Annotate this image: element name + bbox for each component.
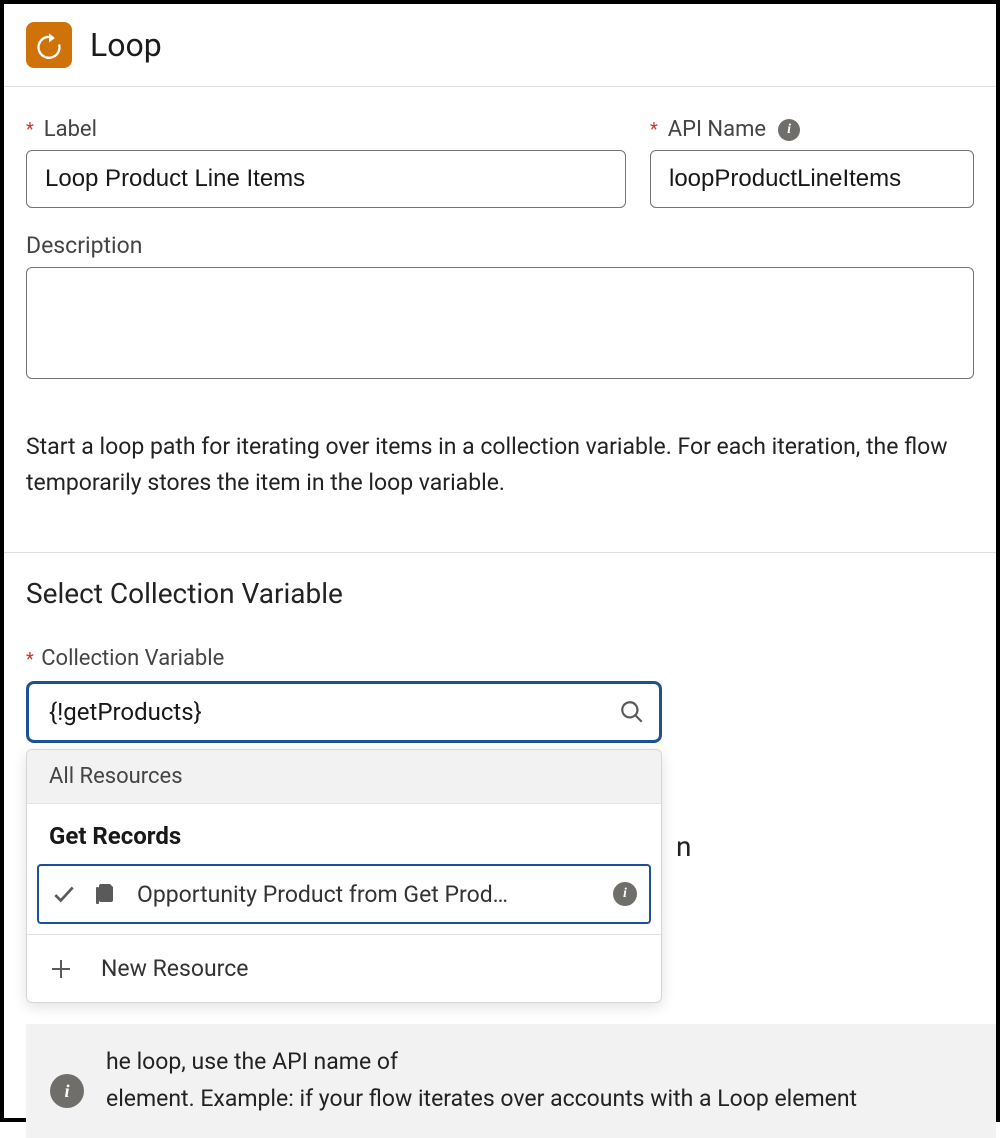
description-textarea[interactable] [26,267,974,379]
bottom-help-line1: he loop, use the API name of [106,1044,857,1081]
dropdown-all-resources[interactable]: All Resources [27,750,661,804]
collection-variable-combobox[interactable]: {!getProducts} [26,681,662,743]
cv-caption-text: Collection Variable [41,646,224,671]
collection-variable-section: Select Collection Variable * Collection … [4,553,996,753]
form-section: * Label * API Name i Description Start a… [4,87,996,522]
required-star-icon: * [650,119,658,140]
intro-help-text: Start a loop path for iterating over ite… [26,429,974,500]
combobox-value: {!getProducts} [49,698,619,726]
info-icon: i [50,1074,84,1108]
apiname-caption-text: API Name [668,117,766,142]
apiname-input[interactable] [650,150,974,208]
dropdown-item-text: Opportunity Product from Get Prod… [137,881,597,908]
resource-dropdown: All Resources Get Records Opportunity Pr… [26,749,662,1003]
bottom-help-line2: element. Example: if your flow iterates … [106,1081,857,1118]
records-icon [93,880,121,908]
plus-icon [49,957,73,981]
label-field-label: * Label [26,117,626,142]
dropdown-item-selected[interactable]: Opportunity Product from Get Prod… i [37,864,651,924]
dialog-title: Loop [90,26,162,64]
apiname-field-label: * API Name i [650,117,974,142]
description-field-label: Description [26,232,974,259]
info-icon[interactable]: i [778,119,800,141]
dialog-header: Loop [4,4,996,87]
loop-icon [26,22,72,68]
check-icon [51,881,77,907]
bottom-help-panel: i he loop, use the API name of element. … [26,1024,996,1138]
dropdown-group-title: Get Records [27,804,661,864]
new-resource-button[interactable]: New Resource [27,935,661,1002]
label-caption-text: Label [44,117,97,142]
new-resource-label: New Resource [101,955,248,982]
required-star-icon: * [26,119,34,140]
info-icon[interactable]: i [613,882,637,906]
label-input[interactable] [26,150,626,208]
section-title: Select Collection Variable [26,577,974,610]
collection-variable-label: * Collection Variable [26,646,974,671]
search-icon [619,699,645,725]
background-text-fragment: n [676,830,691,863]
required-star-icon: * [26,649,34,670]
